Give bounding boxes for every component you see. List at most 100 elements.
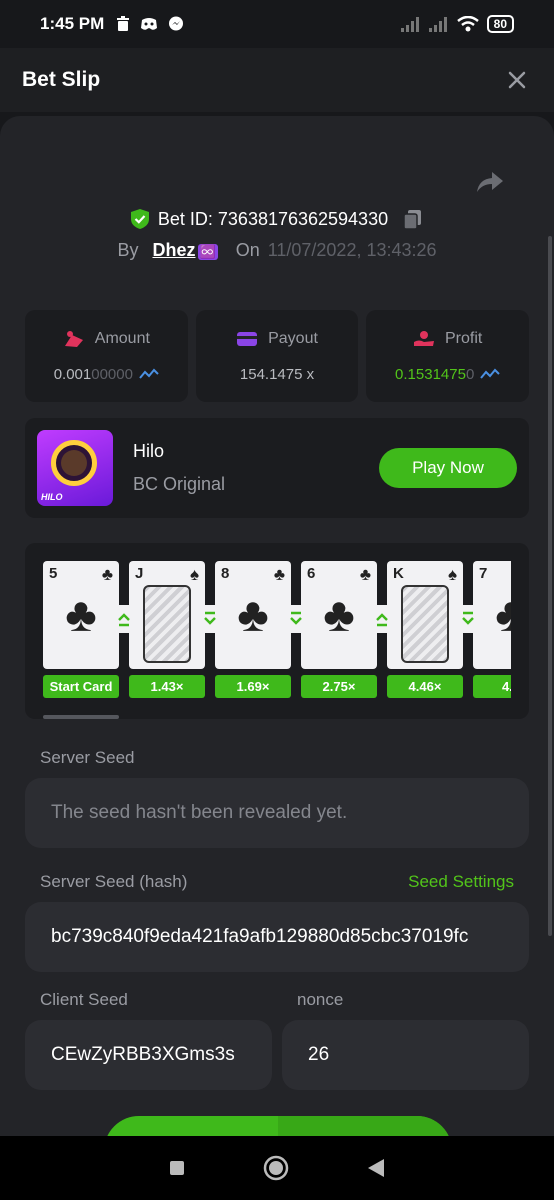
card-slot: 6 ♣ ♣ 2.75× bbox=[301, 561, 377, 698]
amount-value: 0.001 bbox=[53, 365, 92, 383]
server-hash-label: Server Seed (hash) bbox=[40, 872, 188, 891]
game-name: Hilo bbox=[133, 441, 165, 461]
trend-icon bbox=[480, 368, 501, 379]
card-suit-large: ♣ bbox=[237, 589, 269, 642]
card-slot: 8 ♣ ♣ 1.69× bbox=[215, 561, 291, 698]
stat-profit: Profit 0.15314750 bbox=[366, 310, 530, 402]
server-hash-field[interactable]: bc739c840f9eda421fa9afb129880d85cbc37019… bbox=[25, 902, 529, 972]
card-multiplier: 4.8 bbox=[473, 675, 511, 698]
stat-amount: Amount 0.00100000 bbox=[25, 310, 188, 402]
wifi-icon bbox=[456, 16, 479, 32]
card-slot: K ♠ 4.46× bbox=[387, 561, 463, 698]
face-card-figure bbox=[143, 585, 191, 663]
username: Dhez bbox=[152, 240, 196, 260]
card-multiplier: 1.69× bbox=[215, 675, 291, 698]
playing-card: J ♠ bbox=[129, 561, 205, 669]
system-nav-bar bbox=[0, 1136, 554, 1200]
card-slot: 5 ♣ ♣ Start Card bbox=[43, 561, 119, 698]
client-seed-label: Client Seed bbox=[40, 990, 128, 1009]
card-rank: 8 bbox=[221, 565, 230, 582]
verify-button[interactable] bbox=[104, 1116, 452, 1136]
nonce-field[interactable]: 26 bbox=[282, 1020, 529, 1090]
face-card-figure bbox=[401, 585, 449, 663]
back-icon[interactable] bbox=[367, 1158, 385, 1178]
card-rank: 5 bbox=[49, 565, 58, 582]
play-now-button[interactable]: Play Now bbox=[379, 448, 517, 488]
card-rank: K bbox=[393, 565, 404, 582]
battery-indicator: 80 bbox=[486, 15, 514, 33]
close-icon bbox=[508, 71, 526, 89]
bet-meta-row: By Dhez ♾️ On 11/07/2022, 13:43:26 bbox=[0, 240, 554, 261]
higher-arrow-icon bbox=[110, 605, 138, 633]
nonce-label: nonce bbox=[297, 990, 344, 1009]
lower-arrow-icon bbox=[282, 605, 310, 633]
card-suit: ♠ bbox=[447, 565, 457, 584]
lower-arrow-icon bbox=[454, 605, 482, 633]
card-suit: ♣ bbox=[101, 565, 113, 584]
game-card: HILO Hilo BC Original Play Now bbox=[25, 418, 529, 518]
card-suit: ♠ bbox=[189, 565, 199, 584]
card-icon bbox=[237, 331, 258, 346]
card-suit-large: ♣ bbox=[323, 589, 355, 642]
game-provider: BC Original bbox=[133, 474, 226, 494]
card-suit: ♣ bbox=[273, 565, 285, 584]
profit-value-dim: 0 bbox=[465, 365, 475, 383]
amount-label: Amount bbox=[94, 329, 150, 347]
playing-card: 6 ♣ ♣ bbox=[301, 561, 377, 669]
trash-icon bbox=[117, 16, 130, 31]
by-label: By bbox=[117, 240, 139, 260]
bet-slip-header: Bet Slip bbox=[0, 48, 554, 112]
card-multiplier: Start Card bbox=[43, 675, 119, 698]
card-suit-large: ♣ bbox=[65, 589, 97, 642]
cards-scroll-indicator[interactable] bbox=[43, 715, 119, 719]
shield-check-icon bbox=[130, 209, 149, 229]
copy-icon[interactable] bbox=[402, 208, 424, 230]
thumbnail-label: HILO bbox=[41, 492, 63, 502]
hand-coin-icon bbox=[414, 330, 434, 346]
share-button[interactable] bbox=[476, 170, 504, 199]
trend-icon bbox=[139, 368, 159, 379]
card-slot: J ♠ 1.43× bbox=[129, 561, 205, 698]
server-seed-label: Server Seed bbox=[40, 748, 135, 767]
user-badge: ♾️ bbox=[197, 244, 218, 260]
bet-slip-panel: Bet ID: 73638176362594330 By Dhez ♾️ On 1… bbox=[0, 116, 554, 1136]
bet-id-row: Bet ID: 73638176362594330 bbox=[0, 208, 554, 230]
profit-label: Profit bbox=[445, 329, 483, 347]
seed-settings-link[interactable]: Seed Settings bbox=[408, 872, 514, 892]
signal-icon bbox=[400, 17, 419, 32]
card-rank: J bbox=[135, 565, 144, 582]
card-suit: ♣ bbox=[359, 565, 371, 584]
payout-value: 154.1475 x bbox=[239, 365, 315, 383]
messenger-icon bbox=[169, 16, 184, 31]
signal-icon-2 bbox=[428, 17, 447, 32]
card-rank: 6 bbox=[307, 565, 316, 582]
stat-payout: Payout 154.1475 x bbox=[195, 310, 359, 402]
card-multiplier: 2.75× bbox=[301, 675, 377, 698]
game-thumbnail[interactable]: HILO bbox=[37, 430, 113, 506]
playing-card: K ♠ bbox=[387, 561, 463, 669]
status-time: 1:45 PM bbox=[40, 14, 105, 33]
client-seed-field[interactable]: CEwZyRBB3XGms3s bbox=[25, 1020, 272, 1090]
on-label: On bbox=[235, 240, 260, 260]
amount-value-dim: 00000 bbox=[91, 365, 133, 383]
discord-icon bbox=[141, 18, 158, 30]
page-title: Bet Slip bbox=[22, 68, 101, 91]
cards-track: 5 ♣ ♣ Start Card J ♠ 1.43× 8 ♣ ♣ 1.69× 6 ♣ ♣ 2.75× K ♠ 4.… bbox=[43, 561, 511, 705]
higher-arrow-icon bbox=[368, 605, 396, 633]
playing-card: 8 ♣ ♣ bbox=[215, 561, 291, 669]
card-multiplier: 4.46× bbox=[387, 675, 463, 698]
cards-history[interactable]: 5 ♣ ♣ Start Card J ♠ 1.43× 8 ♣ ♣ 1.69× 6 ♣ ♣ 2.75× K ♠ 4.… bbox=[25, 543, 529, 719]
recents-icon[interactable] bbox=[169, 1160, 185, 1176]
status-bar: 1:45 PM 80 bbox=[0, 0, 554, 48]
bet-datetime: 11/07/2022, 13:43:26 bbox=[267, 240, 437, 260]
share-icon bbox=[477, 172, 503, 192]
panel-scrollbar[interactable] bbox=[548, 236, 552, 936]
server-seed-field[interactable]: The seed hasn't been revealed yet. bbox=[25, 778, 529, 848]
home-icon[interactable] bbox=[263, 1155, 289, 1181]
card-multiplier: 1.43× bbox=[129, 675, 205, 698]
username-link[interactable]: Dhez ♾️ bbox=[152, 240, 218, 261]
bet-id: Bet ID: 73638176362594330 bbox=[157, 208, 389, 229]
payout-label: Payout bbox=[268, 329, 318, 347]
playing-card: 5 ♣ ♣ bbox=[43, 561, 119, 669]
close-button[interactable] bbox=[502, 65, 532, 95]
